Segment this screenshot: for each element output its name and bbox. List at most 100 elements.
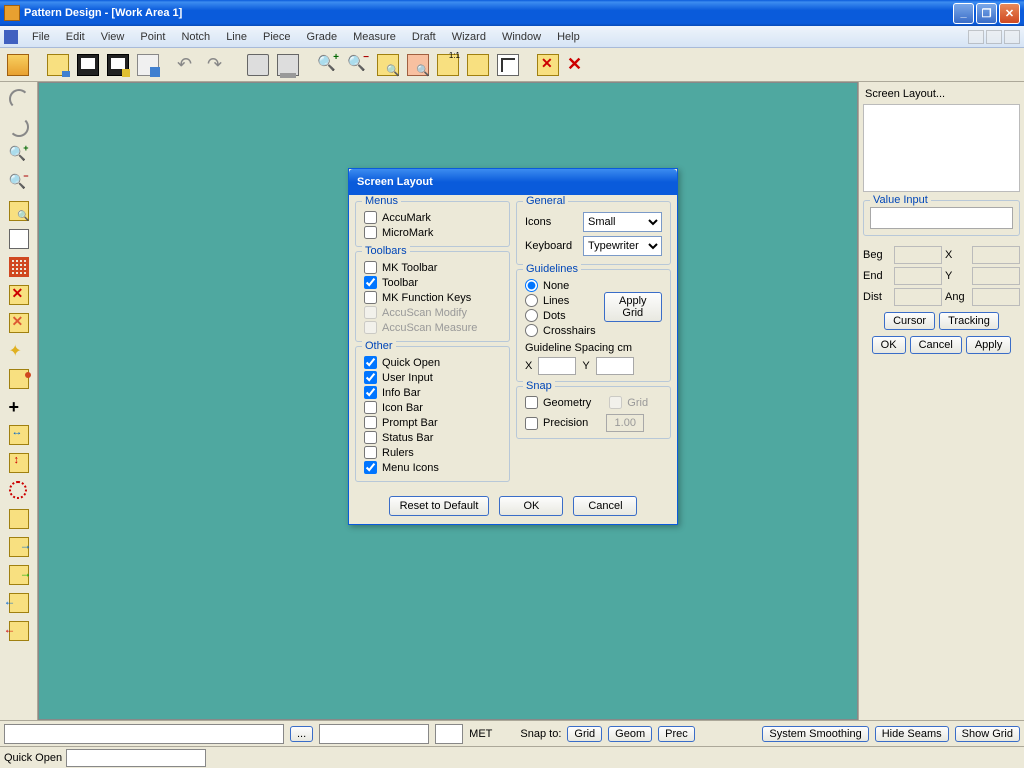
- menu-view[interactable]: View: [93, 29, 133, 45]
- chk-micromark[interactable]: MicroMark: [364, 225, 501, 240]
- tool-zoom-out[interactable]: [5, 170, 33, 196]
- spacing-x-input[interactable]: [538, 357, 576, 375]
- cursor-button[interactable]: Cursor: [884, 312, 935, 330]
- open-button[interactable]: [44, 51, 72, 79]
- keyboard-select[interactable]: Typewriter: [583, 236, 662, 256]
- rad-crosshairs[interactable]: Crosshairs: [525, 323, 596, 338]
- store-button[interactable]: [134, 51, 162, 79]
- tool-flip[interactable]: [5, 506, 33, 532]
- chk-quick-open[interactable]: Quick Open: [364, 355, 501, 370]
- maximize-button[interactable]: ❐: [976, 3, 997, 24]
- tool-move-piece-v[interactable]: [5, 450, 33, 476]
- tool-add-point[interactable]: [5, 394, 33, 420]
- rad-lines[interactable]: Lines: [525, 293, 596, 308]
- panel-apply-button[interactable]: Apply: [966, 336, 1012, 354]
- fld-y[interactable]: [972, 267, 1020, 285]
- zoom-11-button[interactable]: [434, 51, 462, 79]
- menu-draft[interactable]: Draft: [404, 29, 444, 45]
- menu-measure[interactable]: Measure: [345, 29, 404, 45]
- panel-ok-button[interactable]: OK: [872, 336, 906, 354]
- menu-edit[interactable]: Edit: [58, 29, 93, 45]
- fld-ang[interactable]: [972, 288, 1020, 306]
- tool-delete-y[interactable]: [5, 310, 33, 336]
- tool-extra-3[interactable]: [5, 590, 33, 616]
- zoom-selected-button[interactable]: [404, 51, 432, 79]
- system-smoothing-button[interactable]: System Smoothing: [762, 726, 868, 742]
- delete-all-button[interactable]: [564, 51, 592, 79]
- tool-zoom-in[interactable]: [5, 142, 33, 168]
- tool-document[interactable]: [5, 226, 33, 252]
- hide-seams-button[interactable]: Hide Seams: [875, 726, 949, 742]
- value-input-field[interactable]: [870, 207, 1013, 229]
- tool-delete-x[interactable]: [5, 282, 33, 308]
- snap-grid-button[interactable]: Grid: [567, 726, 602, 742]
- zoom-full-button[interactable]: [374, 51, 402, 79]
- spacing-y-input[interactable]: [596, 357, 634, 375]
- snap-geom-button[interactable]: Geom: [608, 726, 652, 742]
- close-button[interactable]: ✕: [999, 3, 1020, 24]
- chk-user-input[interactable]: User Input: [364, 370, 501, 385]
- icons-select[interactable]: Small: [583, 212, 662, 232]
- zoom-separate-button[interactable]: [464, 51, 492, 79]
- tool-move-piece-h[interactable]: [5, 422, 33, 448]
- menu-line[interactable]: Line: [218, 29, 255, 45]
- tool-star[interactable]: [5, 338, 33, 364]
- dialog-cancel-button[interactable]: Cancel: [573, 496, 637, 516]
- tool-arc-cw[interactable]: [5, 86, 33, 112]
- dialog-title[interactable]: Screen Layout: [349, 169, 677, 195]
- menu-help[interactable]: Help: [549, 29, 588, 45]
- apply-grid-button[interactable]: Apply Grid: [604, 292, 662, 322]
- reset-default-button[interactable]: Reset to Default: [389, 496, 490, 516]
- print-button[interactable]: [244, 51, 272, 79]
- tool-grid[interactable]: [5, 254, 33, 280]
- undo-button[interactable]: [174, 51, 202, 79]
- tool-extra-1[interactable]: [5, 534, 33, 560]
- tool-extra-2[interactable]: [5, 562, 33, 588]
- mdi-minimize[interactable]: [968, 30, 984, 44]
- refresh-button[interactable]: [494, 51, 522, 79]
- plot-button[interactable]: [274, 51, 302, 79]
- chk-mk-toolbar[interactable]: MK Toolbar: [364, 260, 501, 275]
- rad-none[interactable]: None: [525, 278, 596, 293]
- chk-geometry[interactable]: Geometry: [525, 395, 591, 410]
- chk-menu-icons[interactable]: Menu Icons: [364, 460, 501, 475]
- tool-zoom-fullscale[interactable]: [5, 198, 33, 224]
- menu-wizard[interactable]: Wizard: [444, 29, 494, 45]
- minimize-button[interactable]: _: [953, 3, 974, 24]
- mdi-restore[interactable]: [986, 30, 1002, 44]
- menu-window[interactable]: Window: [494, 29, 549, 45]
- fld-dist[interactable]: [894, 288, 942, 306]
- chk-prompt-bar[interactable]: Prompt Bar: [364, 415, 501, 430]
- tool-extra-4[interactable]: [5, 618, 33, 644]
- snap-prec-button[interactable]: Prec: [658, 726, 695, 742]
- chk-accumark[interactable]: AccuMark: [364, 210, 501, 225]
- fld-beg[interactable]: [894, 246, 942, 264]
- menu-notch[interactable]: Notch: [173, 29, 218, 45]
- tool-arc-ccw[interactable]: [5, 114, 33, 140]
- save-as-button[interactable]: [104, 51, 132, 79]
- chk-rulers[interactable]: Rulers: [364, 445, 501, 460]
- zoom-out-button[interactable]: [344, 51, 372, 79]
- chk-toolbar[interactable]: Toolbar: [364, 275, 501, 290]
- menu-file[interactable]: File: [24, 29, 58, 45]
- panel-cancel-button[interactable]: Cancel: [910, 336, 962, 354]
- redo-button[interactable]: [204, 51, 232, 79]
- chk-mk-fn[interactable]: MK Function Keys: [364, 290, 501, 305]
- chk-icon-bar[interactable]: Icon Bar: [364, 400, 501, 415]
- menu-grade[interactable]: Grade: [299, 29, 346, 45]
- chk-status-bar[interactable]: Status Bar: [364, 430, 501, 445]
- piece-folder-button[interactable]: [4, 51, 32, 79]
- menu-piece[interactable]: Piece: [255, 29, 299, 45]
- quick-open-input[interactable]: [66, 749, 206, 767]
- zoom-in-button[interactable]: [314, 51, 342, 79]
- dialog-ok-button[interactable]: OK: [499, 496, 563, 516]
- menu-point[interactable]: Point: [132, 29, 173, 45]
- info-browse-button[interactable]: ...: [290, 726, 313, 742]
- chk-precision[interactable]: Precision: [525, 416, 588, 431]
- fld-x[interactable]: [972, 246, 1020, 264]
- mdi-close[interactable]: [1004, 30, 1020, 44]
- show-grid-button[interactable]: Show Grid: [955, 726, 1020, 742]
- rad-dots[interactable]: Dots: [525, 308, 596, 323]
- chk-info-bar[interactable]: Info Bar: [364, 385, 501, 400]
- tool-circle[interactable]: [5, 478, 33, 504]
